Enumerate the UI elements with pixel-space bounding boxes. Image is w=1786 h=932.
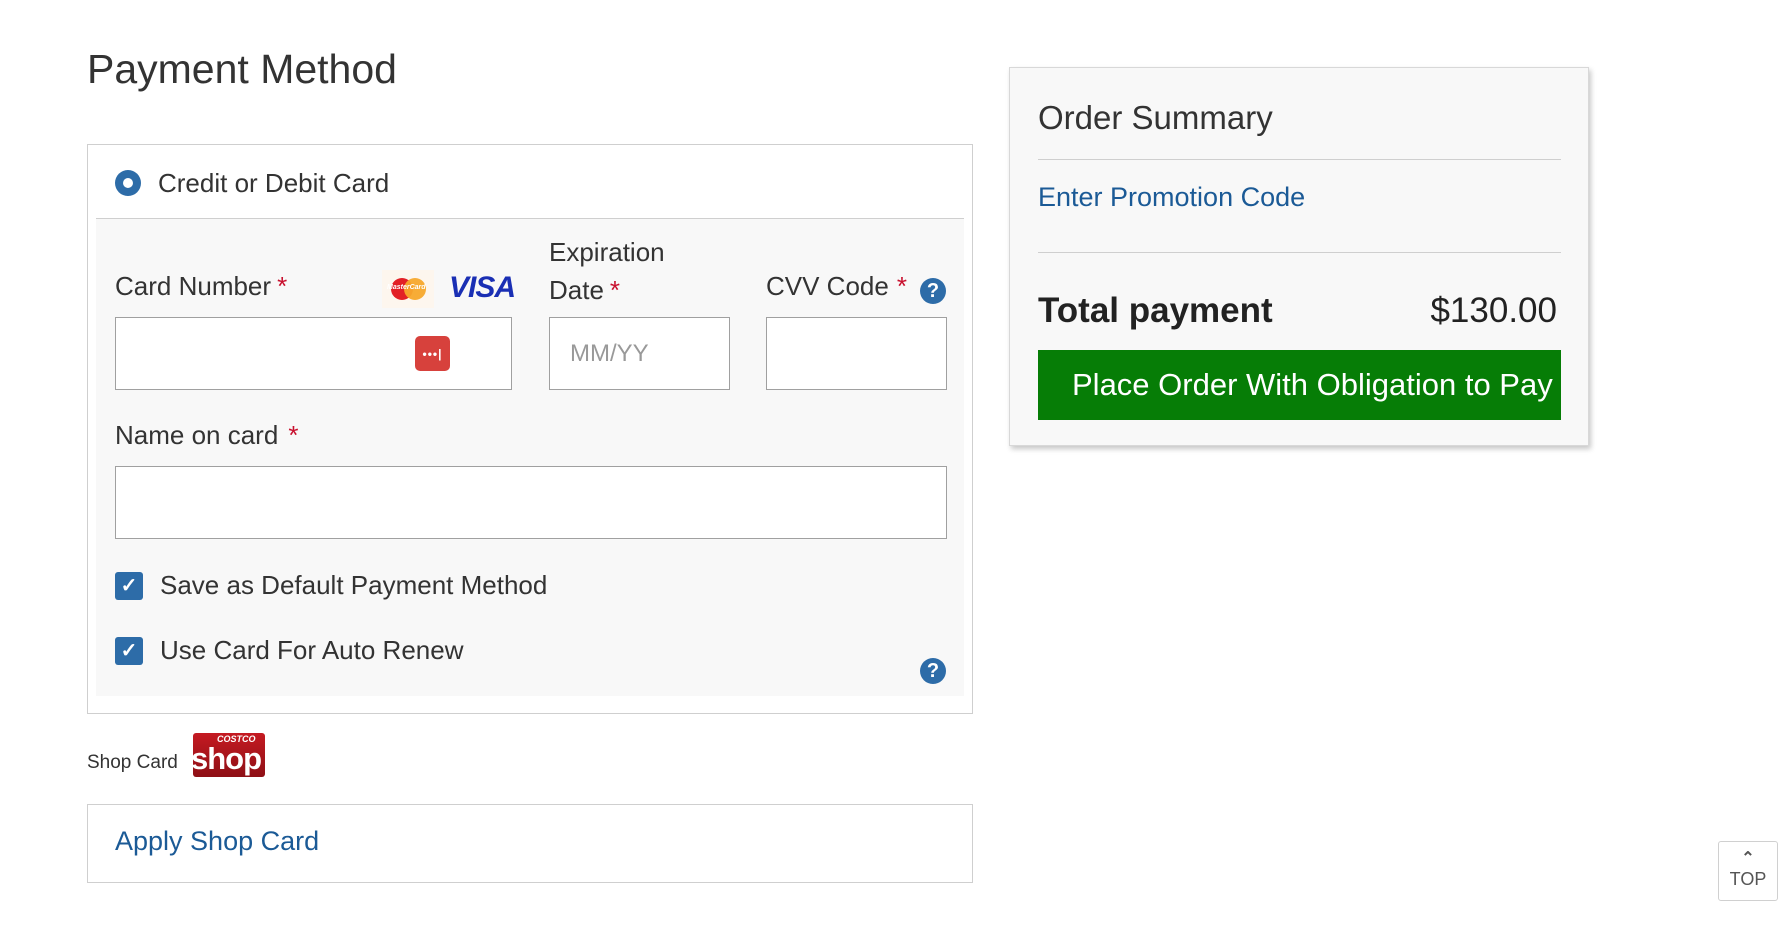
expiration-label-line1: Expiration — [549, 237, 665, 267]
page-title: Payment Method — [87, 46, 397, 92]
divider — [1038, 159, 1561, 160]
shop-card-label: Shop Card — [87, 752, 178, 773]
visa-icon: VISA — [449, 271, 516, 304]
credit-debit-label: Credit or Debit Card — [158, 167, 390, 198]
divider — [1038, 252, 1561, 253]
credit-debit-radio-option[interactable]: Credit or Debit Card — [115, 164, 389, 202]
total-payment-value: $130.00 — [1430, 291, 1557, 330]
card-number-input[interactable] — [115, 317, 512, 390]
chevron-up-icon: ⌃ — [1741, 850, 1755, 867]
costco-shop-card-logo: COSTCO shop — [193, 733, 265, 777]
required-marker: * — [896, 271, 907, 301]
mastercard-text: MasterCard — [387, 284, 426, 291]
radio-selected-icon[interactable] — [115, 170, 141, 196]
name-on-card-input[interactable] — [115, 466, 947, 539]
order-summary-title: Order Summary — [1038, 99, 1273, 136]
card-number-label-text: Card Number — [115, 271, 272, 301]
expiration-date-input[interactable] — [549, 317, 730, 390]
checkbox-checked-icon[interactable]: ✓ — [115, 571, 143, 600]
name-on-card-label: Name on card * — [115, 420, 298, 451]
expiration-date-label: Expiration Date * — [549, 233, 665, 309]
expiration-label-line2: Date — [549, 275, 604, 305]
cvv-label-text: CVV Code — [766, 271, 889, 301]
save-default-payment-checkbox-row[interactable]: ✓ Save as Default Payment Method — [115, 570, 547, 601]
checkbox-checked-icon[interactable]: ✓ — [115, 636, 143, 665]
cvv-code-input[interactable] — [766, 317, 947, 390]
shop-logo-word: shop — [193, 741, 262, 776]
auto-renew-help-icon[interactable]: ? — [920, 658, 946, 684]
enter-promotion-code-link[interactable]: Enter Promotion Code — [1038, 182, 1305, 213]
total-payment-label: Total payment — [1038, 291, 1273, 330]
password-manager-icon[interactable]: •••| — [415, 336, 450, 371]
auto-renew-checkbox-row[interactable]: ✓ Use Card For Auto Renew — [115, 635, 463, 666]
required-marker: * — [609, 275, 621, 305]
top-label: TOP — [1729, 869, 1767, 889]
auto-renew-label: Use Card For Auto Renew — [160, 635, 464, 665]
scroll-to-top-button[interactable]: ⌃ TOP — [1718, 841, 1778, 901]
save-default-label: Save as Default Payment Method — [160, 570, 548, 600]
place-order-button[interactable]: Place Order With Obligation to Pay — [1038, 350, 1561, 420]
cvv-help-icon[interactable]: ? — [920, 278, 946, 304]
card-number-label: Card Number * — [115, 271, 287, 302]
cvv-code-label: CVV Code * — [766, 271, 907, 302]
required-marker: * — [277, 271, 288, 301]
required-marker: * — [288, 420, 299, 450]
apply-shop-card-link[interactable]: Apply Shop Card — [115, 826, 319, 857]
mastercard-icon: MasterCard — [382, 270, 434, 308]
name-label-text: Name on card — [115, 420, 279, 450]
